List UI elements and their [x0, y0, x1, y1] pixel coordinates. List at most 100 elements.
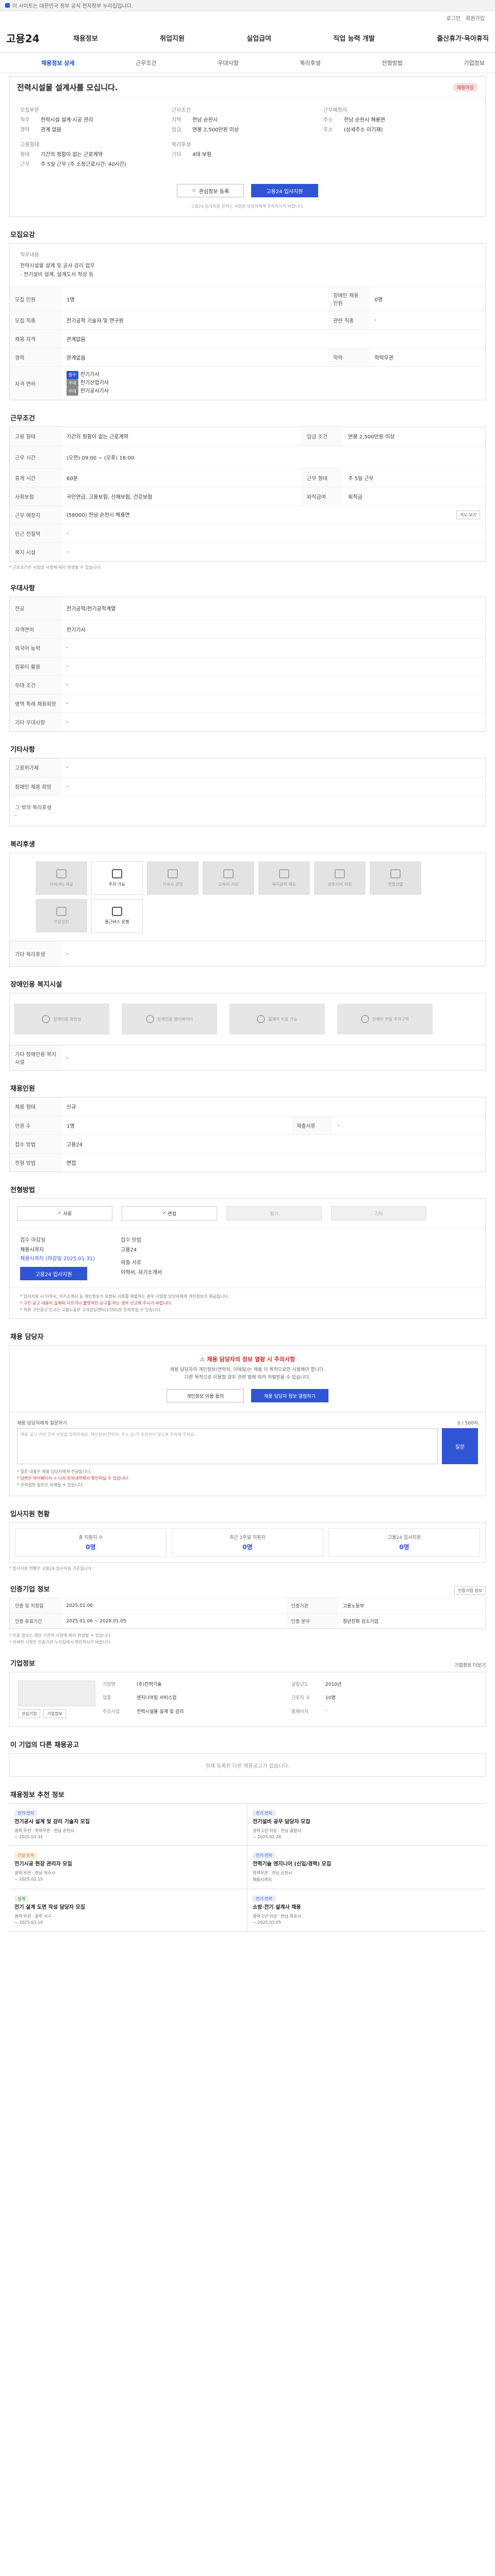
process-apply-button[interactable]: 고용24 입사지원	[20, 1267, 87, 1280]
row-key: 컴퓨터 활용	[10, 656, 61, 675]
check-icon: ✓	[58, 1211, 63, 1216]
summary-note: 고용24 입사지원 문의는 사업장 담당자에게 문의하시기 바랍니다.	[191, 204, 304, 209]
save-interest-button[interactable]: ☆ 관심정보 등록	[177, 184, 244, 197]
rec-card[interactable]: 전기·전자 전기공사 설계 및 감리 기술자 모집 경력 무관 · 학력무관 ·…	[9, 1804, 248, 1846]
row-value: -	[61, 656, 485, 675]
nav-parental-leave[interactable]: 출산휴가·육아휴직	[437, 33, 489, 43]
stats-section: 입사지원 현황 총 지원자 수 0명 최근 1주일 지원자 0명 고용24 입사지원…	[9, 1509, 486, 1571]
kv-value: 전남 순천시	[192, 117, 218, 123]
inquiry-input[interactable]: 채용 공고 관련 문의 사항을 입력하세요. 개인정보(연락처, 주소 등)가 …	[17, 1428, 438, 1464]
row-key: 전공	[10, 597, 61, 620]
check-icon: ✓	[162, 1211, 168, 1216]
health-icon	[56, 907, 67, 916]
main-nav: 채용정보 취업지원 실업급여 직업 능력 개발 출산휴가·육아휴직	[63, 33, 489, 43]
row-key: 모집 인원	[10, 287, 61, 311]
table-row: 인근 전철역 -	[10, 523, 485, 543]
license-name: 전기기사	[80, 372, 100, 378]
nav-employment-support[interactable]: 취업지원	[160, 33, 185, 43]
note-line: * 구인 공고 내용이 실제와 다르거나 불법적인 요구를 하는 경우 신고해 …	[20, 1301, 172, 1306]
facility-label: 장애인용 화장실	[53, 1016, 81, 1022]
rec-title: 전기설비 공무 담당자 모집	[253, 1819, 310, 1825]
section-title: 채용 담당자	[10, 1333, 44, 1341]
row-value: 1명	[61, 1115, 291, 1134]
tab-work[interactable]: 근무조건	[136, 59, 156, 67]
signup-link[interactable]: 회원가입	[466, 14, 485, 22]
tab-welfare[interactable]: 복리후생	[300, 59, 320, 67]
row-key: 인원 수	[10, 1115, 61, 1134]
login-link[interactable]: 로그인	[447, 14, 461, 22]
benefit-item: 명절선물	[370, 861, 421, 895]
doc-value: 이력서, 자기소개서	[121, 1270, 162, 1276]
consent-button[interactable]: 개인정보 이용 동의	[167, 1389, 244, 1402]
row-value: (오전) 09:00 ~ (오후) 18:00	[61, 445, 485, 468]
tab-process[interactable]: 전형방법	[382, 59, 402, 67]
benefit-item: 기숙사 운영	[147, 861, 199, 895]
row-value: (58000) 전남 순천시 해룡면	[67, 512, 130, 518]
other-table: 고용허가제 - 장애인 채용 희망 -	[10, 758, 485, 795]
extra-key: 그 밖의 복리후생	[15, 805, 52, 811]
rec-card[interactable]: 전기·전자 전기설비 공무 담당자 모집 경력 1년 이상 · 전남 광양시 ~…	[248, 1804, 486, 1846]
row-value: 연봉 2,500만원 이상	[348, 434, 395, 440]
benefit-item: 통근버스 운행	[91, 899, 143, 933]
nav-vocational-training[interactable]: 직업 능력 개발	[333, 33, 375, 43]
recruit-table: 모집 인원 1명 장애인 채용 인원 0명 모집 직종 전기공학 기술자 및 연구원 …	[10, 287, 485, 400]
rec-date: ~ 2025.03.10	[14, 1920, 43, 1925]
row-value: -	[61, 542, 485, 561]
book-icon	[223, 869, 234, 878]
section-title: 기업정보	[10, 1660, 35, 1668]
tab-pref[interactable]: 우대사항	[218, 59, 238, 67]
kv-key: 직무	[20, 117, 30, 123]
step-label: 면접	[168, 1211, 176, 1217]
interest-company-button[interactable]: 관심기업	[18, 1709, 41, 1718]
kv-key: 주소	[323, 127, 333, 133]
rec-section: 채용정보 추천 정보 전기·전자 전기공사 설계 및 감리 기술자 모집 경력 …	[9, 1789, 486, 1931]
kv-value: (주)전력기술	[137, 1682, 162, 1687]
map-button[interactable]: 지도 보기	[456, 510, 480, 519]
star-icon: ☆	[191, 188, 196, 194]
table-row: 인증 유효기간 2025.01.06 ~ 2028.01.05 인증 분야 청년친화 …	[9, 1613, 486, 1629]
rec-card[interactable]: 전기·전자 소방·전기 설계사 채용 경력 2년 이상 · 전남 목포시 ~ 2…	[248, 1889, 486, 1931]
benefit-item: 경조사비 지원	[314, 861, 366, 895]
table-row: 컴퓨터 활용 -	[10, 656, 485, 675]
rec-tag: 전기·전자	[253, 1852, 275, 1859]
row-value: -	[67, 1055, 69, 1061]
facility-item: 장애인용 화장실	[14, 1004, 109, 1035]
table-row: 고용 형태 기간의 정함이 없는 근로계약 임금 조건 연봉 2,500만원 이상	[10, 427, 485, 446]
row-key: 자격 면허	[10, 366, 61, 400]
nav-jobs[interactable]: 채용정보	[73, 33, 98, 43]
rec-card[interactable]: 설계 전기 설계 도면 작성 담당자 모집 경력 무관 · 광주 서구 ~ 20…	[9, 1889, 248, 1931]
kv-value: 2010년	[325, 1682, 342, 1687]
company-more-link[interactable]: 기업정보 더보기	[454, 1662, 486, 1668]
rec-date: ~ 2025.03.31	[14, 1835, 43, 1839]
rec-card[interactable]: 전기·전자 전력기술 엔지니어 (신입/경력) 모집 학력무관 · 전남 순천시…	[248, 1846, 486, 1889]
row-key: 외국어 능력	[10, 638, 61, 657]
table-row: 경력 관계없음 학력 학력무관	[10, 348, 485, 367]
site-logo[interactable]: 고용24	[6, 30, 63, 45]
row-value: -	[61, 638, 485, 657]
step-interview: ✓ 면접	[122, 1206, 217, 1221]
row-value: 국민연금, 고용보험, 산재보험, 건강보험	[61, 486, 302, 505]
row-value: -	[67, 765, 69, 771]
table-row: 전공 전기공학/전기공학계열	[10, 597, 485, 620]
kv-key: 경력	[20, 127, 30, 133]
row-key: 학력	[328, 348, 370, 367]
row-key: 기타 복리후생	[10, 941, 61, 966]
row-value: 기간의 정함이 없는 근로계약	[67, 434, 128, 440]
tab-company[interactable]: 기업정보	[464, 59, 484, 67]
table-row: 접수 방법 고용24	[10, 1134, 485, 1153]
note-line: * 부적절한 질문은 삭제될 수 있습니다.	[17, 1483, 84, 1487]
rec-card[interactable]: 건설·토목 전기시공 현장 관리자 모집 경력 무관 · 전남 여수시 ~ 20…	[9, 1846, 248, 1889]
cert-info-button[interactable]: 인증기업 정보	[454, 1586, 486, 1595]
benefit-item: 육아휴직 제도	[258, 861, 310, 895]
inquiry-submit-button[interactable]: 질문	[442, 1428, 478, 1464]
view-contact-button[interactable]: 채용 담당자 정보 열람하기	[251, 1389, 328, 1402]
company-info-button[interactable]: 기업정보	[43, 1709, 66, 1718]
nav-unemployment-benefit[interactable]: 실업급여	[246, 33, 271, 43]
section-title: 장애인용 복지시설	[10, 981, 62, 989]
row-value: 2025.01.06	[61, 1598, 286, 1614]
row-value: 관계없음	[61, 348, 328, 367]
job-title: 전력시설물 설계사를 모십니다.	[17, 83, 118, 92]
row-key: 인증 분야	[286, 1613, 338, 1629]
apply-button[interactable]: 고용24 입사지원	[251, 184, 318, 197]
tab-detail[interactable]: 채용정보 상세	[41, 59, 75, 67]
